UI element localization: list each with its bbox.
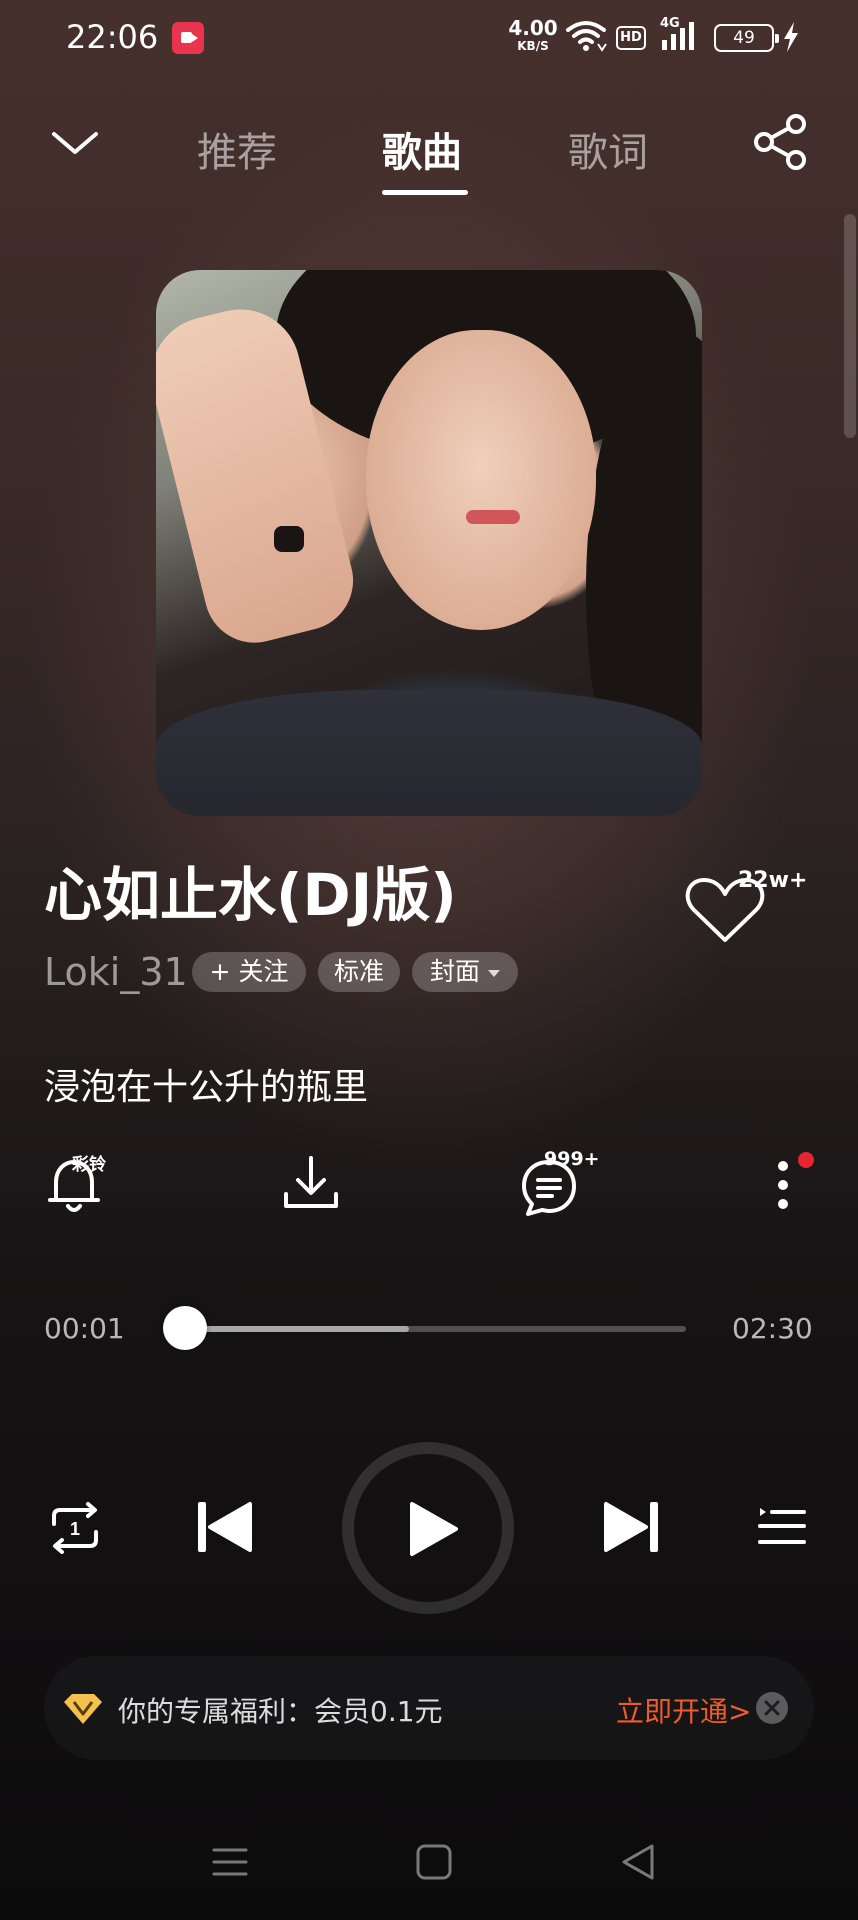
tab-song[interactable]: 歌曲 (382, 120, 462, 178)
hd-badge: HD (616, 26, 646, 50)
quality-label: 标准 (333, 957, 384, 986)
network-speed-unit: KB/S (517, 39, 549, 53)
close-x-glyph (764, 1700, 780, 1716)
share-icon[interactable] (752, 112, 810, 172)
download-icon[interactable] (278, 1150, 344, 1216)
scroll-indicator[interactable] (844, 214, 856, 438)
svg-text:1: 1 (70, 1519, 80, 1539)
nav-back-icon[interactable] (618, 1842, 658, 1882)
next-track-icon[interactable] (600, 1498, 662, 1556)
activate-vip-link[interactable]: 立即开通> (616, 1690, 751, 1730)
cover-mode-label: 封面 (429, 957, 480, 986)
close-icon[interactable] (756, 1692, 788, 1724)
artist-name[interactable]: Loki_31 (44, 950, 188, 994)
network-speed-value: 4.00 (508, 16, 558, 40)
tab-recommend[interactable]: 推荐 (197, 120, 277, 178)
elapsed-time: 00:01 (44, 1312, 125, 1345)
cover-mode-button[interactable]: 封面 (412, 952, 518, 992)
nav-menu-icon[interactable] (210, 1842, 250, 1882)
progress-thumb[interactable] (163, 1306, 208, 1350)
cover-lips (466, 510, 520, 524)
more-options-icon[interactable] (768, 1152, 798, 1218)
repeat-one-icon[interactable]: 1 (44, 1502, 106, 1554)
playlist-icon[interactable] (758, 1504, 806, 1548)
album-cover[interactable] (156, 270, 702, 816)
vip-diamond-icon (64, 1694, 102, 1724)
play-icon (410, 1502, 458, 1556)
notification-dot (798, 1152, 814, 1168)
play-button[interactable] (342, 1442, 514, 1614)
ringtone-badge: 彩铃 (72, 1155, 106, 1175)
current-lyric[interactable]: 浸泡在十公升的瓶里 (44, 1058, 368, 1110)
chevron-down-icon[interactable] (50, 122, 100, 162)
tab-lyrics[interactable]: 歌词 (568, 120, 648, 178)
signal-icon (662, 22, 694, 50)
caret-down-icon (488, 969, 500, 977)
network-speed: 4.00 KB/S (508, 18, 558, 52)
quality-button[interactable]: 标准 (318, 952, 400, 992)
wifi-icon (566, 21, 607, 52)
battery-indicator: 49 (714, 24, 779, 52)
promo-text: 你的专属福利：会员0.1元 (118, 1695, 443, 1728)
follow-button[interactable]: + 关注 (192, 952, 306, 992)
song-title: 心如止水(DJ版) (44, 861, 457, 929)
cover-face (366, 330, 596, 630)
follow-label: + 关注 (209, 957, 289, 986)
active-tab-indicator (382, 190, 468, 195)
buffer-fill (182, 1326, 409, 1332)
comment-count-badge: 999+ (544, 1148, 600, 1170)
cover-nail (274, 526, 304, 552)
like-count: 22w+ (738, 868, 808, 893)
nav-home-icon[interactable] (414, 1842, 454, 1882)
progress-track[interactable] (182, 1326, 686, 1332)
charging-bolt-icon (784, 22, 798, 52)
total-duration: 02:30 (732, 1312, 813, 1345)
cover-hoodie (156, 690, 702, 816)
status-time: 22:06 (66, 18, 159, 56)
previous-track-icon[interactable] (194, 1498, 256, 1556)
screen-record-icon (172, 22, 204, 54)
